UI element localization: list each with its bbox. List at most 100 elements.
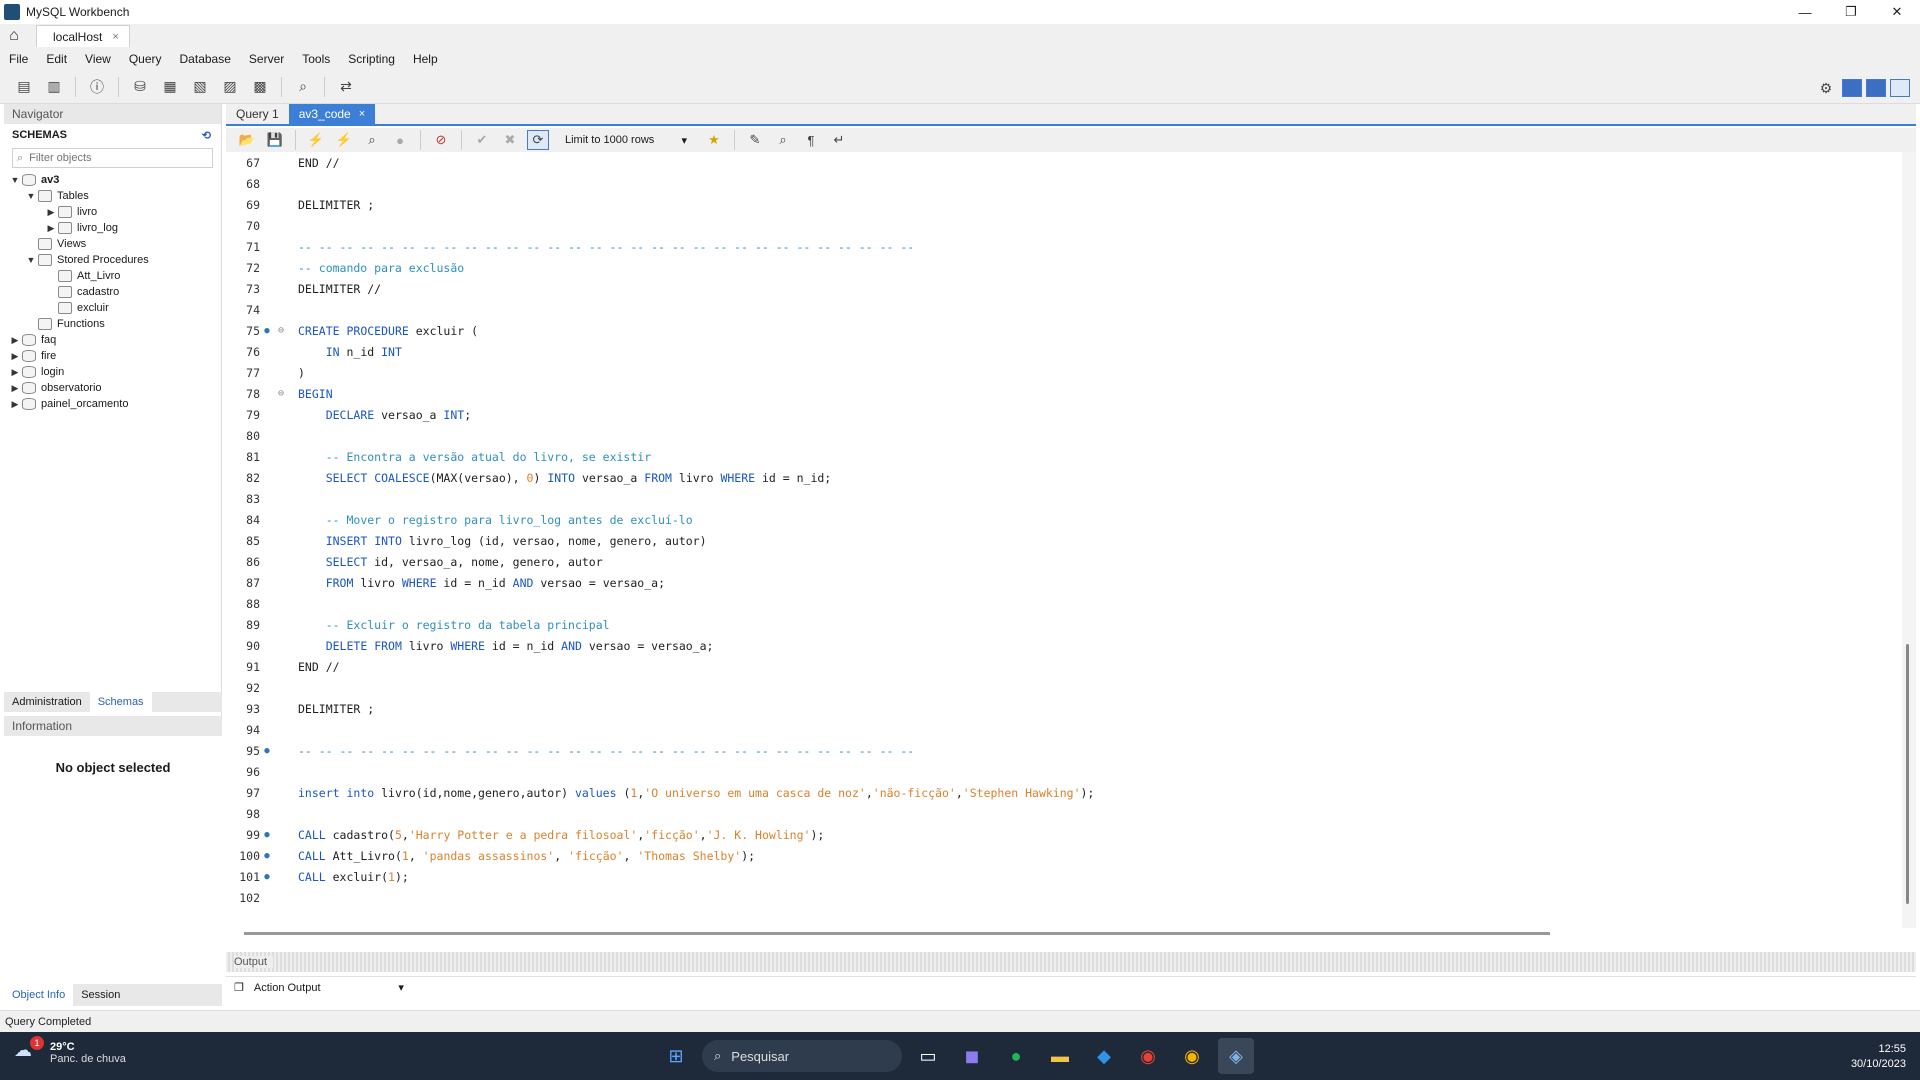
code-line[interactable]: 69 DELIMITER ; [226,194,1898,215]
code-line[interactable]: 91 END // [226,656,1898,677]
expanded-arrow-icon[interactable]: ▼ [24,255,38,265]
create-function-icon[interactable]: ▩ [248,76,272,98]
beautify-icon[interactable]: ✎ [744,130,766,150]
menu-scripting[interactable]: Scripting [339,52,404,66]
menu-query[interactable]: Query [120,52,171,66]
autocommit-icon[interactable]: ⟳ [527,130,549,150]
toggle-error-icon[interactable]: ⊘ [430,130,452,150]
code-line[interactable]: 102 [226,887,1898,908]
code-line[interactable]: 70 [226,215,1898,236]
code-line[interactable]: 81 -- Encontra a versão atual do livro, … [226,446,1898,467]
tab-av3-code[interactable]: av3_code × [288,104,376,124]
toggle-secondary-sidebar-icon[interactable] [1890,79,1910,97]
tab-schemas[interactable]: Schemas [89,692,152,712]
code-line[interactable]: 68 [226,173,1898,194]
menu-database[interactable]: Database [171,52,240,66]
menu-view[interactable]: View [76,52,120,66]
file-explorer-icon[interactable]: ▬ [1042,1038,1078,1074]
wrap-lines-icon[interactable]: ↵ [828,130,850,150]
tree-item-stored-procedures[interactable]: ▼ Stored Procedures [4,252,221,268]
commit-icon[interactable]: ✔ [471,130,493,150]
code-line[interactable]: 84 -- Mover o registro para livro_log an… [226,509,1898,530]
code-line[interactable]: 93 DELIMITER ; [226,698,1898,719]
code-line[interactable]: 96 [226,761,1898,782]
collapsed-arrow-icon[interactable]: ▶ [8,399,22,410]
find-icon[interactable]: ⌕ [772,130,794,150]
copy-icon[interactable]: ❐ [234,981,244,994]
chrome-profile-icon[interactable]: ◉ [1174,1038,1210,1074]
collapsed-arrow-icon[interactable]: ▶ [8,383,22,394]
tree-item-schema[interactable]: ▶ fire [4,348,221,364]
code-line[interactable]: 80 [226,425,1898,446]
invisible-chars-icon[interactable]: ¶ [800,130,822,150]
collapsed-arrow-icon[interactable]: ▶ [8,335,22,346]
fold-toggle-icon[interactable]: ⊖ [274,325,288,336]
tree-item-views[interactable]: Views [4,236,221,252]
refresh-icon[interactable]: ⟲ [202,129,211,142]
code-line[interactable]: 89 -- Excluir o registro da tabela princ… [226,614,1898,635]
toggle-sidebar-icon[interactable] [1842,79,1862,97]
menu-file[interactable]: File [0,52,37,66]
tree-item-schema[interactable]: ▶ painel_orcamento [4,396,221,412]
editor-vertical-scrollbar[interactable] [1902,152,1916,928]
vscode-icon[interactable]: ◆ [1086,1038,1122,1074]
create-schema-icon[interactable]: ⛁ [128,76,152,98]
tree-item-table[interactable]: ▶ livro_log [4,220,221,236]
tab-object-info[interactable]: Object Info [4,984,74,1006]
code-line[interactable]: 88 [226,593,1898,614]
minimize-button[interactable]: — [1782,0,1828,24]
code-line[interactable]: 101 ● CALL excluir(1); [226,866,1898,887]
code-line[interactable]: 95 ● -- -- -- -- -- -- -- -- -- -- -- -- -… [226,740,1898,761]
settings-icon[interactable]: ⚙ [1814,77,1838,99]
close-tab-icon[interactable]: × [359,108,365,120]
new-sql-tab-icon[interactable]: ▤ [12,76,36,98]
taskbar-clock[interactable]: 12:55 30/10/2023 [1851,1042,1906,1072]
code-line[interactable]: 90 DELETE FROM livro WHERE id = n_id AND… [226,635,1898,656]
code-line[interactable]: 87 FROM livro WHERE id = n_id AND versao… [226,572,1898,593]
code-line[interactable]: 79 DECLARE versao_a INT; [226,404,1898,425]
tab-administration[interactable]: Administration [4,692,90,712]
open-sql-script-icon[interactable]: ▥ [42,76,66,98]
code-line[interactable]: 94 [226,719,1898,740]
menu-edit[interactable]: Edit [37,52,76,66]
collapsed-arrow-icon[interactable]: ▶ [44,223,58,234]
collapsed-arrow-icon[interactable]: ▶ [8,351,22,362]
code-line[interactable]: 83 [226,488,1898,509]
fold-toggle-icon[interactable]: ⊖ [274,388,288,399]
tree-item-procedure[interactable]: cadastro [4,284,221,300]
output-type-select[interactable]: Action Output ▾ [254,981,404,995]
code-line[interactable]: 77) [226,362,1898,383]
code-line[interactable]: 76 IN n_id INT [226,341,1898,362]
tree-item-tables[interactable]: ▼ Tables [4,188,221,204]
execute-current-icon[interactable]: ⚡ [333,130,355,150]
code-line[interactable]: 100 ● CALL Att_Livro(1, 'pandas assassinos… [226,845,1898,866]
explain-icon[interactable]: ⌕ [361,130,383,150]
tree-item-av3[interactable]: ▼ av3 [4,172,221,188]
limit-rows-select[interactable]: Limit to 1000 rows ▾ [561,130,691,150]
code-line[interactable]: 75 ● ⊖ CREATE PROCEDURE excluir ( [226,320,1898,341]
code-line[interactable]: 74 [226,299,1898,320]
connection-tab-localhost[interactable]: localHost × [36,25,130,47]
tree-item-schema[interactable]: ▶ observatorio [4,380,221,396]
task-view-icon[interactable]: ▭ [910,1038,946,1074]
editor-horizontal-scrollbar[interactable] [244,932,1550,935]
tab-session[interactable]: Session [73,984,128,1006]
expanded-arrow-icon[interactable]: ▼ [24,191,38,201]
inspector-icon[interactable]: ⓘ [85,76,109,98]
menu-help[interactable]: Help [404,52,447,66]
create-table-icon[interactable]: ▦ [158,76,182,98]
chat-icon[interactable]: ◼ [954,1038,990,1074]
open-file-icon[interactable]: 📂 [236,130,258,150]
execute-icon[interactable]: ⚡ [305,130,327,150]
filter-input[interactable] [29,152,210,164]
code-line[interactable]: 78 ⊖ BEGIN [226,383,1898,404]
code-line[interactable]: 97 insert into livro(id,nome,genero,autor… [226,782,1898,803]
code-line[interactable]: 73 DELIMITER // [226,278,1898,299]
collapsed-arrow-icon[interactable]: ▶ [44,207,58,218]
code-line[interactable]: 85 INSERT INTO livro_log (id, versao, no… [226,530,1898,551]
tree-item-table[interactable]: ▶ livro [4,204,221,220]
create-procedure-icon[interactable]: ▨ [218,76,242,98]
code-line[interactable]: 98 [226,803,1898,824]
create-view-icon[interactable]: ▧ [188,76,212,98]
tree-item-schema[interactable]: ▶ login [4,364,221,380]
